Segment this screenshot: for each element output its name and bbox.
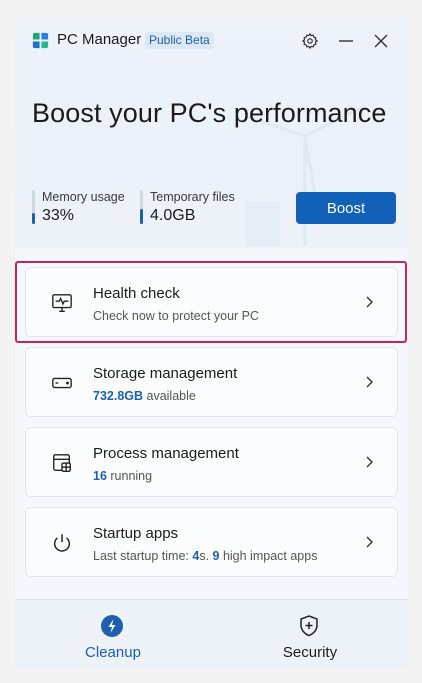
high-impact-suffix: high impact apps [219, 549, 318, 563]
temporary-files-meter-fill [140, 208, 143, 224]
title-bar: PC Manager Public Beta [15, 16, 408, 66]
nav-security[interactable]: Security [212, 600, 408, 668]
storage-available-value: 732.8GB [93, 389, 144, 403]
page-headline: Boost your PC's performance [32, 98, 387, 128]
chevron-right-icon [366, 456, 373, 468]
startup-time-unit: s. [199, 549, 213, 563]
card-subtitle: 16 running [93, 469, 152, 483]
close-icon [374, 34, 388, 48]
gear-icon [301, 32, 319, 50]
hero-panel: PC Manager Public Beta Boost your PC's p… [15, 16, 408, 248]
app-title: PC Manager [57, 31, 142, 48]
memory-usage-label: Memory usage [42, 190, 125, 204]
power-icon [53, 534, 71, 552]
nav-security-label: Security [282, 644, 338, 661]
temporary-files-stat: Temporary files 4.0GB [140, 190, 260, 226]
pc-manager-logo-icon [32, 32, 49, 49]
startup-apps-card[interactable]: Startup apps Last startup time: 4s. 9 hi… [25, 507, 398, 577]
memory-usage-meter-fill [32, 212, 35, 224]
temporary-files-meter [140, 190, 143, 224]
process-management-card[interactable]: Process management 16 running [25, 427, 398, 497]
chevron-right-icon [366, 376, 373, 388]
memory-usage-meter [32, 190, 35, 224]
temporary-files-label: Temporary files [150, 190, 235, 204]
storage-available-suffix: available [143, 389, 196, 403]
pc-manager-window: PC Manager Public Beta Boost your PC's p… [15, 16, 408, 668]
card-subtitle: Last startup time: 4s. 9 high impact app… [93, 549, 317, 563]
nav-cleanup-label: Cleanup [85, 644, 141, 661]
boost-button[interactable]: Boost [296, 192, 396, 224]
memory-usage-stat: Memory usage 33% [32, 190, 142, 226]
process-count-value: 16 [93, 469, 107, 483]
minimize-icon [339, 40, 353, 42]
card-title: Process management [93, 445, 239, 462]
public-beta-badge: Public Beta [145, 32, 214, 49]
nav-cleanup[interactable]: Cleanup [15, 600, 211, 668]
shield-icon [300, 615, 318, 637]
startup-time-prefix: Last startup time: [93, 549, 193, 563]
drive-icon [52, 377, 72, 389]
settings-button[interactable] [298, 29, 322, 53]
storage-management-card[interactable]: Storage management 732.8GB available [25, 347, 398, 417]
minimize-button[interactable] [334, 29, 358, 53]
card-title: Startup apps [93, 525, 179, 542]
memory-usage-value: 33% [42, 207, 75, 224]
chevron-right-icon [366, 536, 373, 548]
bottom-navigation: Cleanup Security [15, 599, 408, 668]
health-check-highlight [15, 261, 407, 343]
card-subtitle: 732.8GB available [93, 389, 196, 403]
close-button[interactable] [369, 29, 393, 53]
temporary-files-value: 4.0GB [150, 207, 196, 224]
process-count-suffix: running [106, 469, 153, 483]
process-window-icon [53, 454, 71, 472]
lightning-icon [101, 615, 123, 637]
card-title: Storage management [93, 365, 238, 382]
